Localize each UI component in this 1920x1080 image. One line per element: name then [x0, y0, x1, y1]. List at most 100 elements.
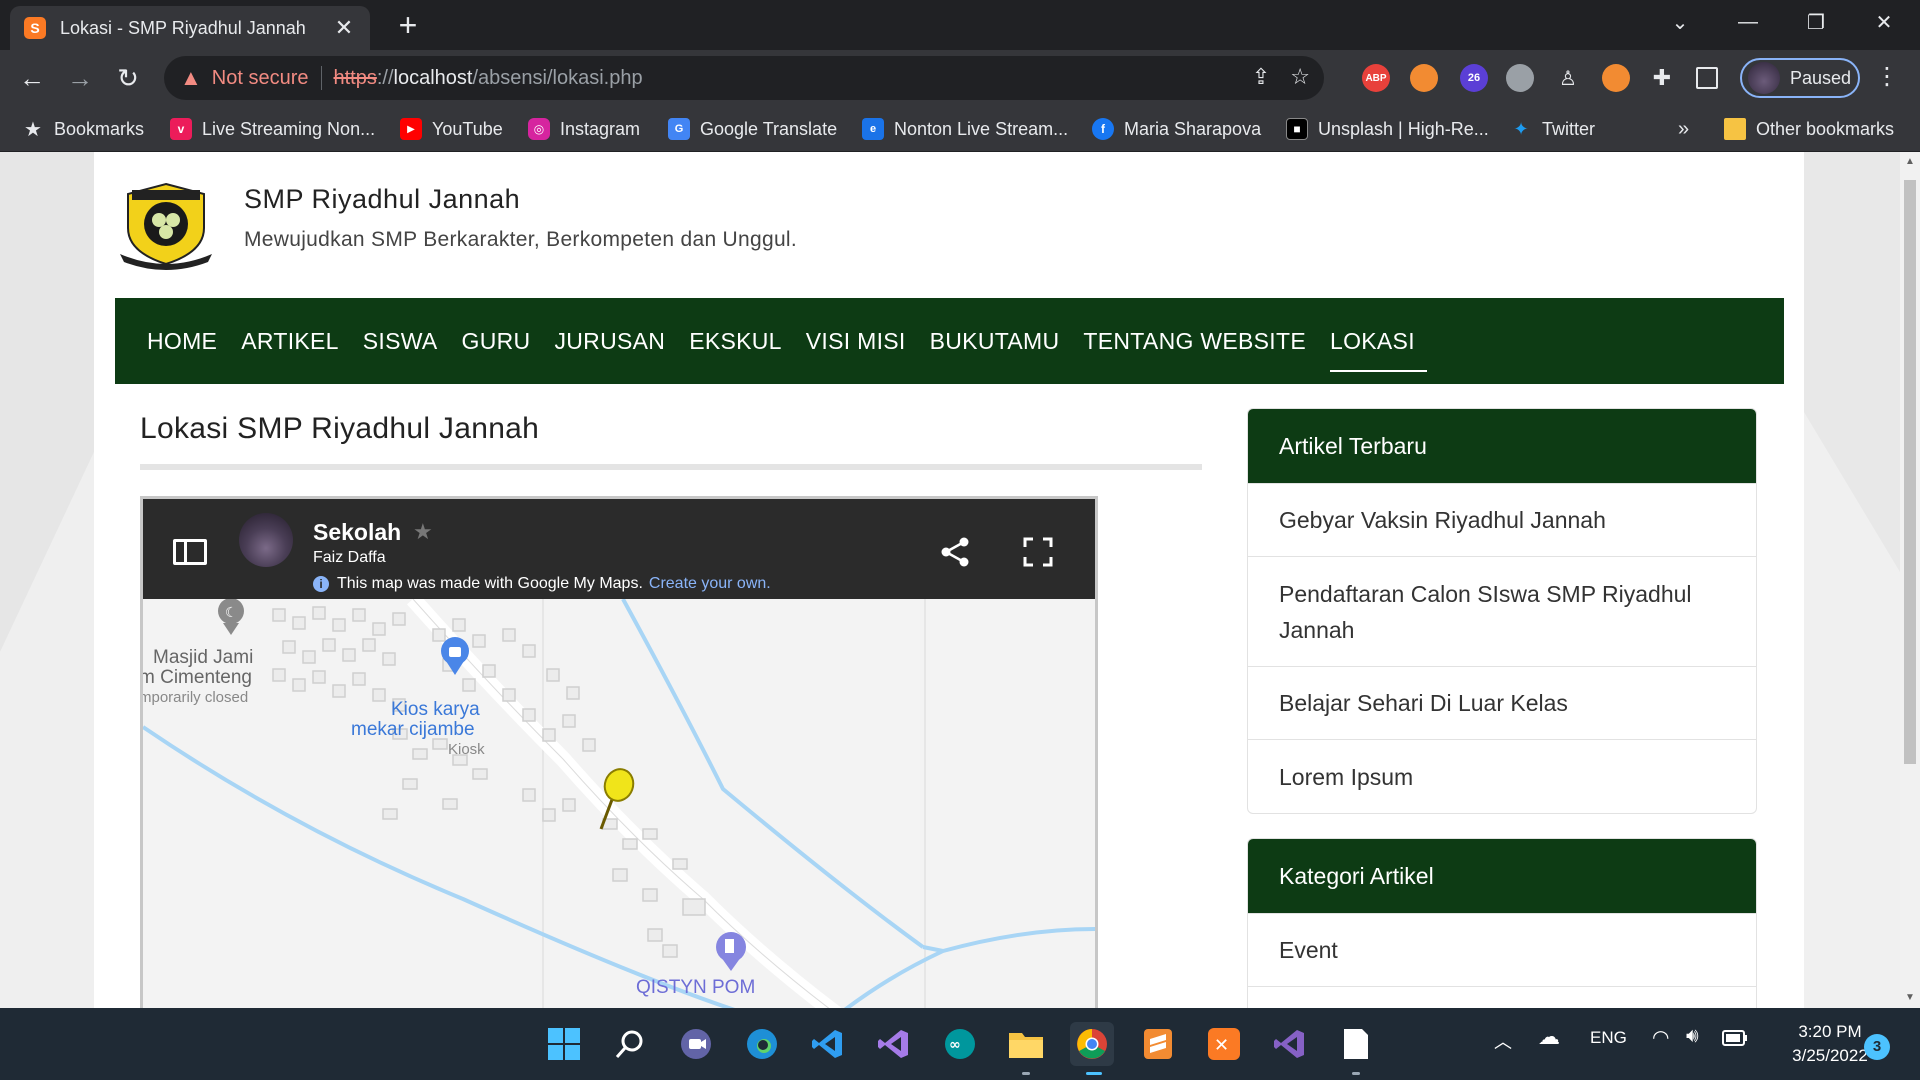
share-page-icon[interactable]: ⇪	[1252, 64, 1270, 90]
bookmarks-overflow-button[interactable]: »	[1678, 116, 1689, 142]
edge-icon[interactable]	[740, 1022, 784, 1066]
teams-chat-icon[interactable]	[674, 1022, 718, 1066]
extension-2-icon[interactable]	[1410, 64, 1438, 92]
share-icon[interactable]	[938, 535, 972, 569]
extensions-puzzle-icon[interactable]: ✚	[1648, 64, 1676, 92]
scroll-down-arrow-icon[interactable]: ▼	[1900, 988, 1920, 1008]
nav-ekskul[interactable]: EKSKUL	[677, 298, 794, 384]
tab-close-icon[interactable]: ✕	[332, 15, 356, 41]
xampp-icon[interactable]: ✕	[1202, 1022, 1246, 1066]
bookmark-label: YouTube	[432, 118, 503, 139]
extension-shield-icon[interactable]	[1506, 64, 1534, 92]
adblock-plus-icon[interactable]: ABP	[1362, 64, 1390, 92]
bookmark-star-icon[interactable]: ☆	[1290, 64, 1310, 90]
page-scrollbar[interactable]: ▲ ▼	[1900, 152, 1920, 1008]
bookmark-youtube[interactable]: ▶ YouTube	[400, 116, 503, 142]
bookmark-live-streaming[interactable]: v Live Streaming Non...	[170, 116, 375, 142]
map-label-masjid: Masjid Jami	[153, 647, 254, 668]
other-bookmarks-folder[interactable]: Other bookmarks	[1724, 116, 1894, 142]
map-label-kiosk-type: Kiosk	[448, 741, 485, 758]
sublime-text-icon[interactable]	[1136, 1022, 1180, 1066]
onedrive-cloud-icon[interactable]: ☁	[1538, 1024, 1560, 1050]
nav-visi-misi[interactable]: VISI MISI	[794, 298, 918, 384]
vscode-icon[interactable]	[806, 1022, 850, 1066]
bookmark-maria-sharapova[interactable]: f Maria Sharapova	[1092, 116, 1261, 142]
recent-article-item[interactable]: Gebyar Vaksin Riyadhul Jannah	[1248, 483, 1756, 556]
title-divider	[140, 464, 1202, 470]
map-legend-toggle-icon[interactable]	[173, 539, 207, 565]
file-explorer-running-indicator	[1022, 1072, 1030, 1075]
svg-text:✕: ✕	[1214, 1035, 1229, 1056]
bookmark-twitter[interactable]: ✦ Twitter	[1510, 116, 1595, 142]
notification-badge[interactable]: 3	[1864, 1034, 1890, 1060]
extension-flame-icon[interactable]	[1602, 64, 1630, 92]
battery-icon[interactable]	[1722, 1030, 1748, 1051]
map-canvas[interactable]: ☾	[143, 599, 1095, 1008]
new-tab-button[interactable]: +	[392, 8, 424, 42]
star-icon[interactable]: ★	[413, 519, 433, 545]
recent-article-item[interactable]: Belajar Sehari Di Luar Kelas	[1248, 666, 1756, 739]
recent-articles-widget: Artikel Terbaru Gebyar Vaksin Riyadhul J…	[1247, 408, 1757, 814]
bookmark-label: Other bookmarks	[1756, 118, 1895, 139]
extension-person-icon[interactable]: ♙	[1554, 64, 1582, 92]
scroll-up-arrow-icon[interactable]: ▲	[1900, 152, 1920, 172]
map-attribution: i This map was made with Google My Maps.…	[313, 575, 771, 593]
show-hidden-icons-chevron-icon[interactable]: ︿	[1494, 1028, 1512, 1054]
scrollbar-thumb[interactable]	[1904, 180, 1916, 764]
bookmark-label: Nonton Live Stream...	[894, 118, 1069, 139]
nav-home[interactable]: HOME	[135, 298, 229, 384]
search-icon[interactable]	[608, 1022, 652, 1066]
youtube-icon: ▶	[400, 118, 422, 140]
windows-taskbar: ∞ ✕ ︿ ☁ ENG ◠ 🔊︎ 3:20 PM 3/25/2022 3	[0, 1008, 1920, 1080]
extension-badge-icon[interactable]: 26	[1460, 64, 1488, 92]
restore-button[interactable]: ❐	[1786, 0, 1846, 44]
visual-studio-2-icon[interactable]	[1268, 1022, 1312, 1066]
bookmark-google-translate[interactable]: G Google Translate	[668, 116, 837, 142]
visual-studio-icon[interactable]	[872, 1022, 916, 1066]
xampp-favicon-icon: S	[24, 17, 46, 39]
browser-menu-icon[interactable]: ⋮	[1872, 62, 1902, 91]
nav-guru[interactable]: GURU	[450, 298, 543, 384]
embedded-map[interactable]: Sekolah ★ Faiz Daffa i This map was made…	[140, 496, 1098, 1008]
file-explorer-icon[interactable]	[1004, 1022, 1048, 1066]
nav-siswa[interactable]: SISWA	[351, 298, 450, 384]
profile-avatar	[1748, 62, 1780, 94]
create-your-own-link[interactable]: Create your own.	[649, 575, 771, 593]
recent-article-item[interactable]: Lorem Ipsum	[1248, 739, 1756, 813]
category-item[interactable]: Event	[1248, 913, 1756, 986]
recent-article-item[interactable]: Pendaftaran Calon SIswa SMP Riyadhul Jan…	[1248, 556, 1756, 666]
not-secure-label[interactable]: Not secure	[212, 67, 309, 90]
bookmarks-manager[interactable]: ★ Bookmarks	[22, 116, 144, 142]
volume-icon[interactable]: 🔊︎	[1686, 1025, 1699, 1048]
tab-search-chevron-icon[interactable]: ⌄	[1650, 0, 1710, 44]
profile-button[interactable]: Paused	[1740, 58, 1860, 98]
bookmark-unsplash[interactable]: ■ Unsplash | High-Re...	[1286, 116, 1489, 142]
address-bar[interactable]: ▲ Not secure https :// localhost /absens…	[164, 56, 1324, 100]
bookmark-label: Twitter	[1542, 118, 1596, 139]
side-panel-icon[interactable]	[1696, 67, 1718, 89]
back-arrow-icon[interactable]: ←	[14, 60, 50, 96]
unsplash-icon: ■	[1286, 118, 1308, 140]
minimize-button[interactable]: —	[1718, 0, 1778, 44]
info-icon: i	[313, 576, 329, 592]
bookmark-instagram[interactable]: ◎ Instagram	[528, 116, 640, 142]
notepad-icon[interactable]	[1334, 1022, 1378, 1066]
arduino-icon[interactable]: ∞	[938, 1022, 982, 1066]
nav-artikel[interactable]: ARTIKEL	[229, 298, 351, 384]
close-window-button[interactable]: ✕	[1854, 0, 1914, 44]
nav-bukutamu[interactable]: BUKUTAMU	[918, 298, 1072, 384]
bookmark-nonton-live[interactable]: e Nonton Live Stream...	[862, 116, 1068, 142]
reload-icon[interactable]: ↻	[110, 60, 146, 96]
nav-tentang-website[interactable]: TENTANG WEBSITE	[1071, 298, 1318, 384]
fullscreen-icon[interactable]	[1023, 537, 1053, 567]
chrome-icon[interactable]	[1070, 1022, 1114, 1066]
nav-jurusan[interactable]: JURUSAN	[542, 298, 677, 384]
windows-start-icon[interactable]	[542, 1022, 586, 1066]
browser-tab-active[interactable]: S Lokasi - SMP Riyadhul Jannah ✕	[10, 6, 370, 50]
forward-arrow-icon[interactable]: →	[62, 60, 98, 96]
nav-lokasi[interactable]: LOKASI	[1318, 298, 1427, 384]
language-indicator[interactable]: ENG	[1590, 1028, 1627, 1048]
wifi-icon[interactable]: ◠	[1652, 1025, 1669, 1050]
site-title[interactable]: SMP Riyadhul Jannah	[244, 184, 520, 215]
category-item-partial[interactable]	[1248, 986, 1756, 1008]
